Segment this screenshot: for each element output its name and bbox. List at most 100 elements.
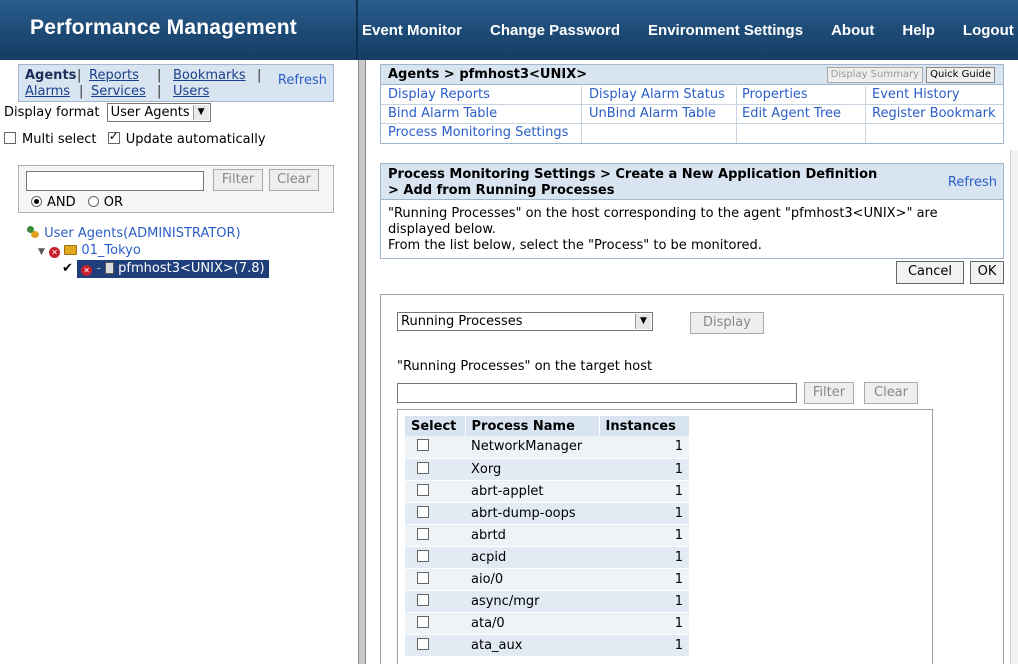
row-select-checkbox[interactable] xyxy=(417,439,429,452)
table-row[interactable]: abrt-applet 1 xyxy=(405,480,689,503)
tab-users[interactable]: Users xyxy=(173,84,209,99)
or-radio[interactable] xyxy=(87,196,99,207)
header-divider xyxy=(356,0,358,60)
agent-icon xyxy=(105,262,115,274)
ok-button[interactable]: OK xyxy=(970,261,1004,284)
table-row[interactable]: abrtd 1 xyxy=(405,524,689,547)
cancel-button[interactable]: Cancel xyxy=(896,261,964,284)
content-box: Running Processes ▼ Display "Running Pro… xyxy=(380,294,1004,664)
menu-display-reports[interactable]: Display Reports xyxy=(388,87,490,102)
tab-services[interactable]: Services xyxy=(91,84,146,99)
left-clear-button[interactable]: Clear xyxy=(269,169,319,191)
row-select-checkbox[interactable] xyxy=(417,461,429,474)
detail-refresh-link[interactable]: Refresh xyxy=(948,175,997,190)
or-label: OR xyxy=(103,195,124,210)
table-row[interactable]: acpid 1 xyxy=(405,546,689,569)
row-select-cell xyxy=(405,436,465,459)
instances-cell: 1 xyxy=(599,502,689,525)
nav-help[interactable]: Help xyxy=(902,22,935,39)
multi-select-label: Multi select xyxy=(22,132,97,147)
display-format-value: User Agents xyxy=(110,105,190,120)
display-format-select[interactable]: User Agents ▼ xyxy=(106,103,211,122)
process-filter-input[interactable] xyxy=(397,383,797,403)
process-clear-button[interactable]: Clear xyxy=(864,382,918,404)
tab-alarms[interactable]: Alarms xyxy=(25,84,70,99)
options-row: Multi select Update automatically xyxy=(4,129,266,147)
display-format-row: Display format User Agents ▼ xyxy=(4,103,211,122)
left-tab-bar: Agents | Reports | Bookmarks | Alarms | … xyxy=(18,64,334,102)
instances-cell: 1 xyxy=(599,634,689,657)
nav-environment-settings[interactable]: Environment Settings xyxy=(648,22,803,39)
row-select-cell xyxy=(405,502,465,525)
row-select-checkbox[interactable] xyxy=(417,615,429,628)
row-select-cell xyxy=(405,612,465,635)
expand-toggle-icon[interactable]: ▼ xyxy=(38,247,45,257)
tab-separator: | xyxy=(257,68,262,83)
grid-line xyxy=(865,86,866,143)
table-row[interactable]: NetworkManager 1 xyxy=(405,436,689,459)
display-format-label: Display format xyxy=(4,105,100,120)
vertical-scrollbar[interactable] xyxy=(1010,150,1018,664)
top-header: Performance Management Event Monitor Cha… xyxy=(0,0,1018,60)
chevron-down-icon: ▼ xyxy=(192,105,209,120)
pane-splitter[interactable] xyxy=(358,60,366,664)
table-row[interactable]: abrt-dump-oops 1 xyxy=(405,502,689,525)
table-row[interactable]: aio/0 1 xyxy=(405,568,689,591)
right-pane: Agents > pfmhost3<UNIX> Display Summary … xyxy=(366,60,1018,664)
row-select-cell xyxy=(405,480,465,503)
menu-edit-agent-tree[interactable]: Edit Agent Tree xyxy=(742,106,841,121)
menu-properties[interactable]: Properties xyxy=(742,87,808,102)
row-select-checkbox[interactable] xyxy=(417,483,429,496)
detail-panel: Process Monitoring Settings > Create a N… xyxy=(380,163,1004,259)
table-row[interactable]: ata/0 1 xyxy=(405,612,689,635)
nav-logout[interactable]: Logout xyxy=(963,22,1014,39)
table-row[interactable]: ata_aux 1 xyxy=(405,634,689,657)
and-radio[interactable] xyxy=(31,196,42,207)
menu-process-monitoring-settings[interactable]: Process Monitoring Settings xyxy=(388,125,568,140)
row-select-checkbox[interactable] xyxy=(417,527,429,540)
menu-event-history[interactable]: Event History xyxy=(872,87,960,102)
left-filter-input[interactable] xyxy=(26,171,204,191)
process-name-cell: abrt-applet xyxy=(465,480,599,503)
nav-about[interactable]: About xyxy=(831,22,874,39)
display-summary-button[interactable]: Display Summary xyxy=(826,67,923,83)
menu-unbind-alarm-table[interactable]: UnBind Alarm Table xyxy=(589,106,716,121)
tree-node-folder[interactable]: ▼ ✕ 01_Tokyo xyxy=(38,243,141,258)
detail-title-line-1: Process Monitoring Settings > Create a N… xyxy=(388,167,878,182)
tree-node-host[interactable]: ✔ ✕ - pfmhost3<UNIX>(7.8) xyxy=(62,260,269,278)
quick-guide-button[interactable]: Quick Guide xyxy=(926,67,995,83)
description-line-2: displayed below. xyxy=(388,222,496,237)
instances-cell: 1 xyxy=(599,590,689,613)
row-select-checkbox[interactable] xyxy=(417,505,429,518)
source-select-value: Running Processes xyxy=(401,314,523,329)
display-button[interactable]: Display xyxy=(690,312,764,334)
row-select-checkbox[interactable] xyxy=(417,571,429,584)
table-row[interactable]: async/mgr 1 xyxy=(405,590,689,613)
tree-node-user-agents[interactable]: User Agents(ADMINISTRATOR) xyxy=(26,226,241,241)
nav-event-monitor[interactable]: Event Monitor xyxy=(362,22,462,39)
source-select[interactable]: Running Processes ▼ xyxy=(397,312,653,331)
tab-reports[interactable]: Reports xyxy=(89,68,139,83)
tab-bookmarks[interactable]: Bookmarks xyxy=(173,68,246,83)
error-status-icon: ✕ xyxy=(81,265,93,276)
update-automatically-checkbox[interactable] xyxy=(107,129,120,144)
process-name-cell: async/mgr xyxy=(465,590,599,613)
left-refresh-link[interactable]: Refresh xyxy=(278,73,327,88)
left-filter-button[interactable]: Filter xyxy=(213,169,263,191)
selected-host-node[interactable]: ✕ - pfmhost3<UNIX>(7.8) xyxy=(77,260,269,278)
menu-bind-alarm-table[interactable]: Bind Alarm Table xyxy=(388,106,497,121)
row-select-checkbox[interactable] xyxy=(417,593,429,606)
nav-change-password[interactable]: Change Password xyxy=(490,22,620,39)
process-name-cell: aio/0 xyxy=(465,568,599,591)
detail-title-line-2: > Add from Running Processes xyxy=(388,183,615,198)
row-select-checkbox[interactable] xyxy=(417,549,429,562)
row-select-checkbox[interactable] xyxy=(417,637,429,650)
process-filter-button[interactable]: Filter xyxy=(804,382,854,404)
source-select-box[interactable]: Running Processes ▼ xyxy=(397,312,653,331)
multi-select-checkbox[interactable] xyxy=(4,132,16,144)
menu-register-bookmark[interactable]: Register Bookmark xyxy=(872,106,996,121)
table-row[interactable]: Xorg 1 xyxy=(405,458,689,481)
tab-agents[interactable]: Agents xyxy=(25,68,76,83)
process-name-cell: abrt-dump-oops xyxy=(465,502,599,525)
menu-display-alarm-status[interactable]: Display Alarm Status xyxy=(589,87,725,102)
